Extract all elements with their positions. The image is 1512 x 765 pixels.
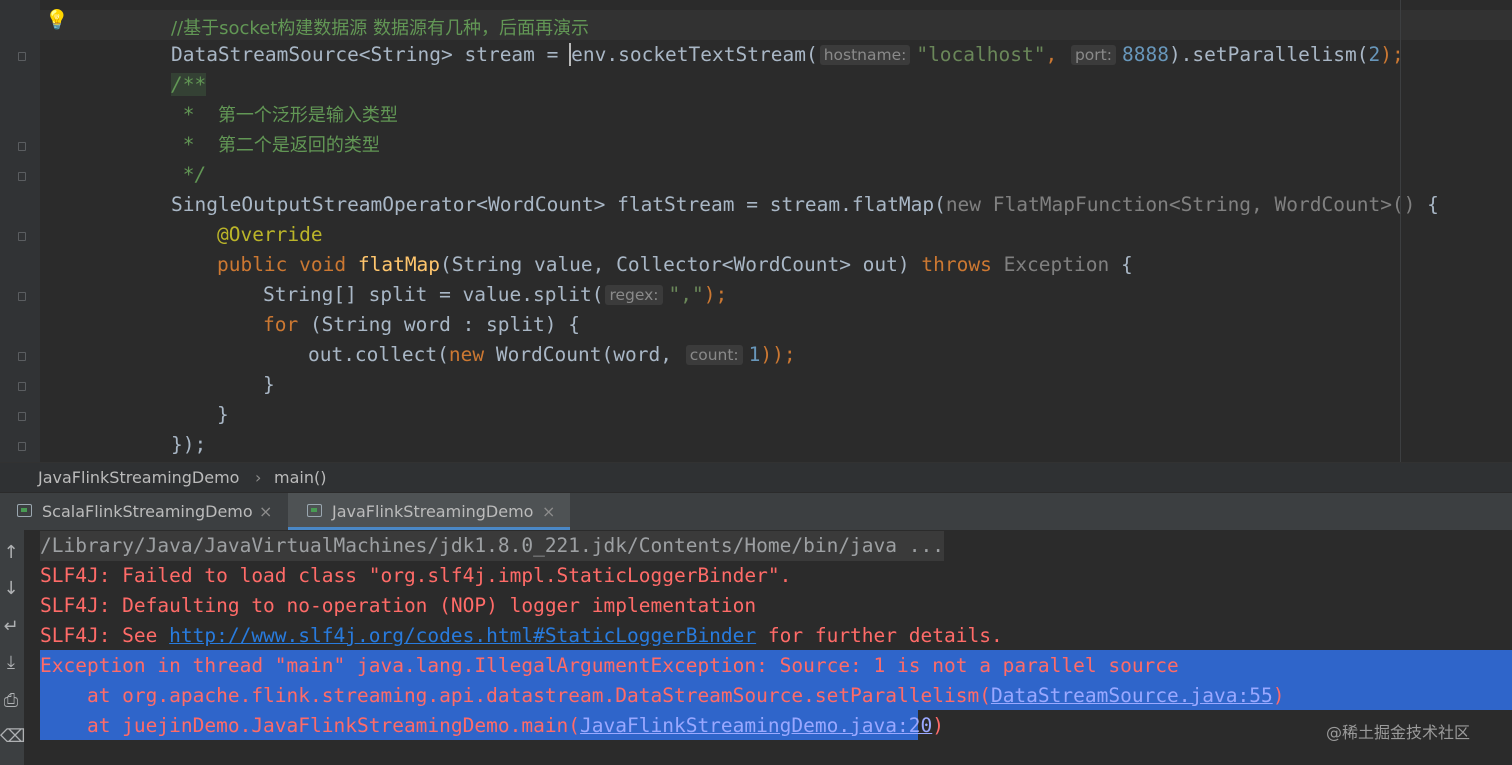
breadcrumb-class[interactable]: JavaFlinkStreamingDemo <box>38 463 239 492</box>
string-literal: "localhost" <box>916 43 1046 66</box>
fold-marker-icon[interactable] <box>18 172 26 181</box>
code-line: for (String word : split) { <box>216 280 580 336</box>
breadcrumb-method[interactable]: main() <box>274 463 326 492</box>
console-text: ) <box>1272 684 1285 707</box>
console-text: ) <box>932 714 944 737</box>
string-literal: "," <box>668 283 704 306</box>
console-line: Exception in thread "main" java.lang.Ill… <box>40 654 1179 677</box>
console-line: /Library/Java/JavaVirtualMachines/jdk1.8… <box>40 531 944 561</box>
code-line: */ <box>124 130 207 186</box>
tab-label: ScalaFlinkStreamingDemo <box>42 502 253 521</box>
fold-marker-icon[interactable] <box>18 292 26 301</box>
down-arrow-icon[interactable]: ↓ <box>0 578 22 600</box>
trash-icon[interactable]: ⌫ <box>0 726 25 748</box>
keyword: new <box>448 343 485 366</box>
lightbulb-icon[interactable]: 💡 <box>45 10 69 30</box>
code-text: { <box>1415 193 1439 216</box>
code-text: env.socketTextStream( <box>571 43 818 66</box>
tab-label: JavaFlinkStreamingDemo <box>332 502 534 521</box>
code-text: out.collect( <box>307 343 449 366</box>
console-link[interactable]: http://www.slf4j.org/codes.html#StaticLo… <box>169 624 756 647</box>
breadcrumb: JavaFlinkStreamingDemo › main() <box>0 462 1512 492</box>
keyword: throws <box>921 253 1004 276</box>
fold-marker-icon[interactable] <box>18 442 26 451</box>
console-link[interactable]: JavaFlinkStreamingDemo.java:20 <box>580 714 932 737</box>
code-line: }); <box>124 400 206 456</box>
code-text: DataStreamSource<String> stream = <box>170 43 571 66</box>
fold-marker-icon[interactable] <box>18 352 26 361</box>
code-punctuation: , <box>1045 43 1058 66</box>
console-text: at org.apache.flink.streaming.api.datast… <box>40 684 991 707</box>
run-config-icon <box>17 504 32 517</box>
code-line: * 第一个泛形是输入类型 <box>124 70 398 126</box>
run-console[interactable]: ↑ ↓ ↵ ⤓ ⎙ ⌫ /Library/Java/JavaVirtualMac… <box>0 530 1512 765</box>
code-line: SingleOutputStreamOperator<WordCount> fl… <box>124 160 1439 216</box>
code-line: } <box>170 370 229 426</box>
number-literal: 2 <box>1368 43 1381 66</box>
breadcrumb-separator-icon: › <box>255 468 262 487</box>
console-toolbar: ↑ ↓ ↵ ⤓ ⎙ ⌫ <box>0 530 25 765</box>
parameter-hint: count: <box>685 345 743 365</box>
code-text: } <box>262 373 275 396</box>
code-text: { <box>1109 253 1133 276</box>
console-text: SLF4J: See <box>40 624 170 647</box>
scroll-to-end-icon[interactable]: ⤓ <box>0 652 22 674</box>
console-line: SLF4J: See http://www.slf4j.org/codes.ht… <box>40 621 1003 651</box>
run-tab-bar: ScalaFlinkStreamingDemo × JavaFlinkStrea… <box>0 492 1512 530</box>
code-line: public void flatMap(String value, Collec… <box>170 220 1133 276</box>
code-line: * 第二个是返回的类型 <box>124 100 380 156</box>
code-text: )); <box>760 343 796 366</box>
code-text: ); <box>1380 43 1404 66</box>
code-text: WordCount(word, <box>484 343 672 366</box>
soft-wrap-icon[interactable]: ↵ <box>0 616 22 638</box>
code-text: } <box>216 403 229 426</box>
number-literal: 8888 <box>1121 43 1169 66</box>
code-line: DataStreamSource<String> stream = env.so… <box>124 10 1404 66</box>
parameter-hint: hostname: <box>819 45 911 65</box>
console-line: SLF4J: Failed to load class "org.slf4j.i… <box>40 564 792 587</box>
code-editor[interactable]: 💡 //基于socket构建数据源 数据源有几种，后面再演示 DataStrea… <box>0 0 1512 462</box>
console-link[interactable]: DataStreamSource.java:55 <box>991 684 1273 707</box>
console-text: for further details. <box>756 624 1003 647</box>
editor-gutter <box>0 0 40 462</box>
code-line: String[] split = value.split(regex: ","); <box>216 250 727 306</box>
fold-marker-icon[interactable] <box>18 52 26 61</box>
close-icon[interactable]: × <box>259 493 272 530</box>
watermark: @稀土掘金技术社区 <box>1326 723 1471 742</box>
console-line: at org.apache.flink.streaming.api.datast… <box>40 681 1285 711</box>
print-icon[interactable]: ⎙ <box>0 690 22 712</box>
number-literal: 1 <box>748 343 761 366</box>
code-text: Exception <box>1003 253 1110 276</box>
fold-marker-icon[interactable] <box>18 232 26 241</box>
console-line: at juejinDemo.JavaFlinkStreamingDemo.mai… <box>40 711 944 741</box>
fold-marker-icon[interactable] <box>18 412 26 421</box>
tab-java-flink-streaming-demo[interactable]: JavaFlinkStreamingDemo × <box>288 493 570 530</box>
code-line: /** <box>124 40 207 96</box>
parameter-hint: regex: <box>605 285 663 305</box>
run-config-icon <box>307 504 322 517</box>
code-text: ); <box>703 283 728 306</box>
parameter-hint: port: <box>1070 45 1116 65</box>
fold-marker-icon[interactable] <box>18 382 26 391</box>
code-line: out.collect(new WordCount(word, count: 1)… <box>261 310 796 366</box>
up-arrow-icon[interactable]: ↑ <box>0 542 22 564</box>
close-icon[interactable]: × <box>542 493 555 530</box>
code-line: } <box>216 340 275 396</box>
fold-marker-icon[interactable] <box>18 142 26 151</box>
code-text: ).setParallelism( <box>1168 43 1369 66</box>
console-line: SLF4J: Defaulting to no-operation (NOP) … <box>40 594 757 617</box>
tab-scala-flink-streaming-demo[interactable]: ScalaFlinkStreamingDemo × <box>0 493 288 530</box>
console-text: at juejinDemo.JavaFlinkStreamingDemo.mai… <box>40 714 581 737</box>
code-line: @Override <box>170 190 323 246</box>
code-text: new FlatMapFunction<String, WordCount>() <box>945 193 1416 216</box>
comment-text: 第二个是返回的类型 <box>217 135 380 156</box>
code-line: /** <box>124 430 206 460</box>
